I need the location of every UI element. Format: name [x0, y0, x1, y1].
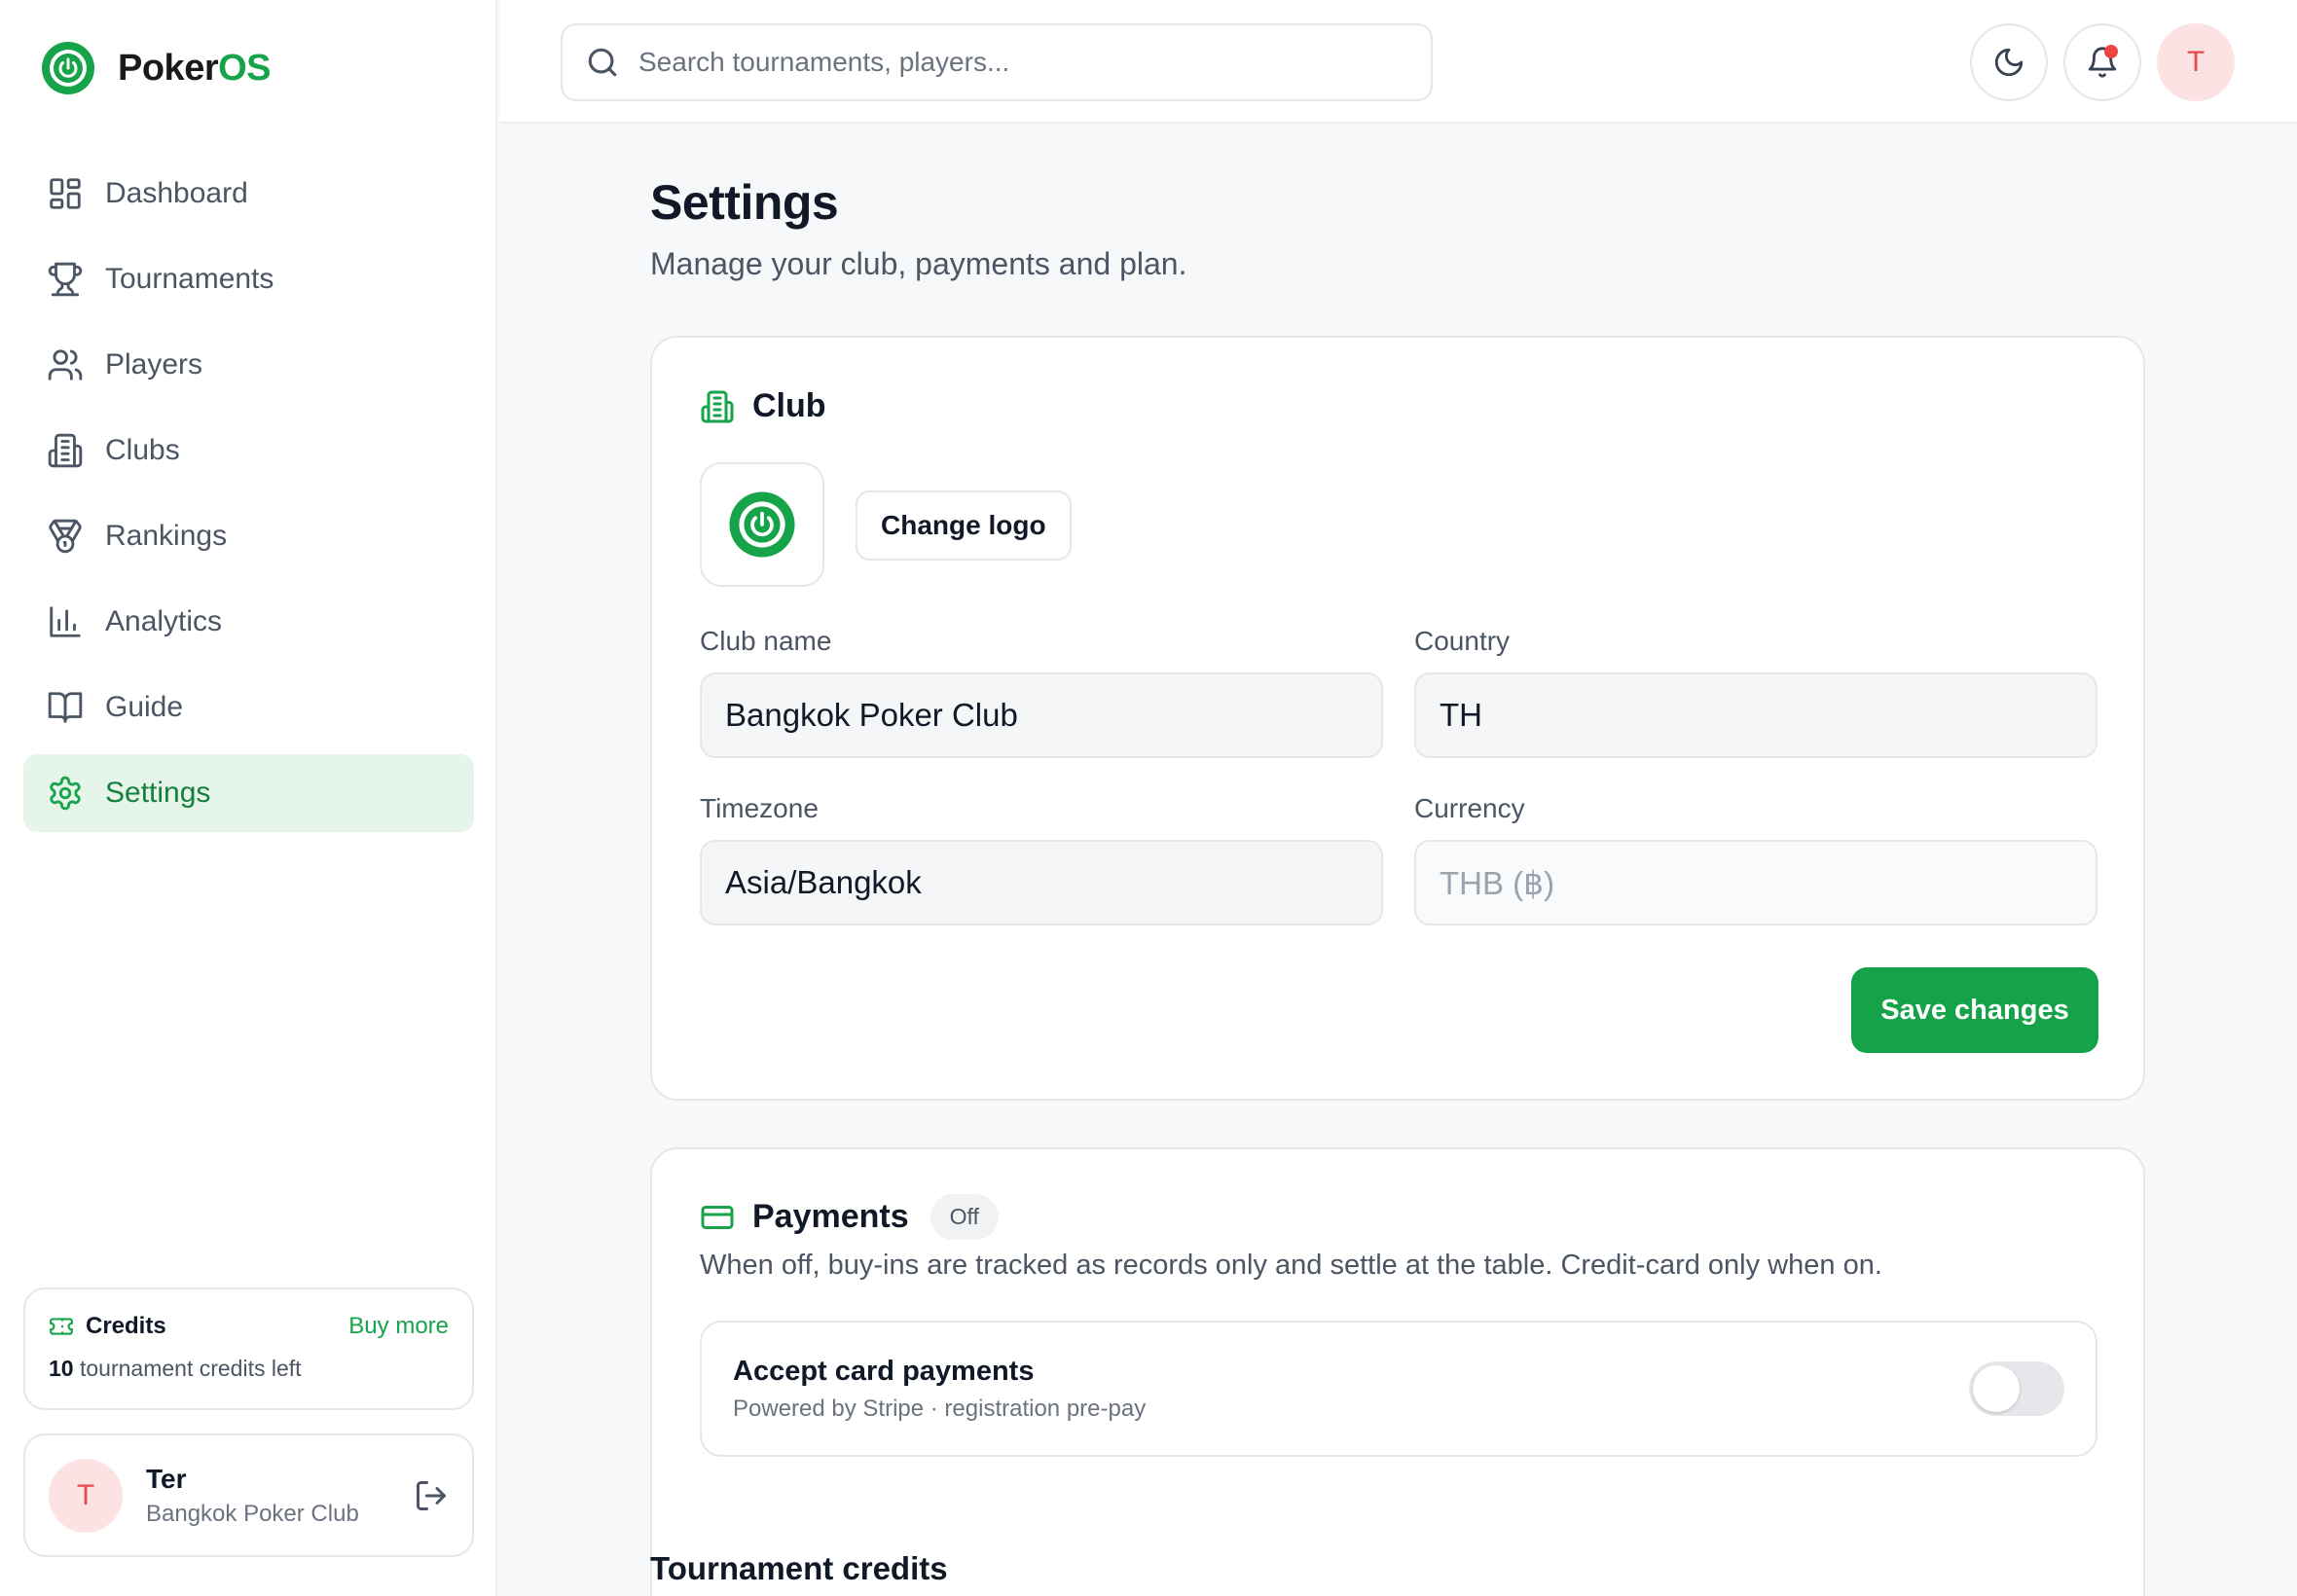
sidebar-item-players[interactable]: Players — [23, 326, 474, 404]
accept-card-payments-row: Accept card payments Powered by Stripe ·… — [700, 1321, 2097, 1457]
currency-label: Currency — [1414, 793, 1525, 823]
club-card: Club Change logo Club name Country Timez… — [650, 336, 2145, 1101]
accept-card-payments-subtitle: Powered by Stripe · registration pre-pay — [733, 1395, 1147, 1422]
sidebar-item-label: Clubs — [105, 434, 180, 466]
sidebar-nav: Dashboard Tournaments Players Clubs Rank… — [23, 155, 474, 840]
building-icon — [701, 390, 734, 422]
credits-title: Credits — [49, 1313, 166, 1340]
sidebar-item-settings[interactable]: Settings — [23, 754, 474, 832]
user-card: T Ter Bangkok Poker Club — [23, 1433, 474, 1557]
country-label: Country — [1414, 626, 1511, 656]
timezone-label: Timezone — [700, 793, 819, 823]
sidebar-item-analytics[interactable]: Analytics — [23, 583, 474, 661]
theme-toggle-button[interactable] — [1970, 23, 2048, 101]
ticket-icon — [50, 1318, 73, 1335]
notification-dot — [2104, 45, 2118, 58]
sidebar-item-label: Dashboard — [105, 177, 248, 209]
user-name: Ter — [146, 1463, 187, 1494]
sidebar-item-label: Players — [105, 348, 203, 381]
credits-card: Credits Buy more 10 tournament credits l… — [23, 1288, 474, 1410]
credits-remaining: 10 tournament credits left — [49, 1356, 302, 1381]
sidebar-item-label: Guide — [105, 691, 184, 723]
accept-card-payments-title: Accept card payments — [733, 1355, 1035, 1387]
tournament-credits-heading: Tournament credits — [650, 1550, 948, 1586]
pokeros-logo-icon — [42, 42, 94, 94]
currency-field — [1414, 840, 2097, 925]
save-changes-button[interactable]: Save changes — [1851, 967, 2098, 1053]
search-input[interactable] — [638, 47, 1417, 78]
brand-name: PokerOS — [118, 47, 272, 89]
medal-icon — [49, 519, 82, 554]
sidebar-item-label: Settings — [105, 777, 211, 809]
club-name-label: Club name — [700, 626, 832, 656]
sidebar: PokerOS Dashboard Tournaments Players Cl… — [0, 0, 497, 1596]
sidebar-item-label: Analytics — [105, 605, 223, 637]
bar-chart-icon — [50, 606, 81, 637]
page-title: Settings — [650, 175, 839, 230]
logout-icon[interactable] — [414, 1478, 449, 1513]
moon-icon — [1994, 48, 2024, 77]
avatar[interactable]: T — [49, 1458, 123, 1533]
sidebar-item-guide[interactable]: Guide — [23, 669, 474, 746]
change-logo-button[interactable]: Change logo — [856, 490, 1072, 561]
users-icon — [48, 349, 83, 381]
status-badge: Off — [930, 1194, 999, 1240]
user-club: Bangkok Poker Club — [146, 1500, 359, 1527]
gear-icon — [50, 776, 81, 811]
trophy-icon — [48, 262, 83, 297]
toggle-knob — [1973, 1365, 2020, 1412]
buy-more-link[interactable]: Buy more — [348, 1313, 449, 1340]
club-heading: Club — [700, 387, 826, 425]
page-subtitle: Manage your club, payments and plan. — [650, 246, 1187, 281]
notifications-button[interactable] — [2063, 23, 2141, 101]
book-icon — [48, 692, 83, 723]
club-name-field[interactable] — [700, 672, 1383, 758]
main-content: Settings Manage your club, payments and … — [650, 124, 2145, 1596]
payments-card: Payments Off When off, buy-ins are track… — [650, 1147, 2145, 1596]
accept-card-payments-toggle[interactable] — [1969, 1361, 2064, 1416]
building-icon — [48, 433, 83, 468]
credit-card-icon — [701, 1205, 734, 1229]
timezone-field[interactable] — [700, 840, 1383, 925]
country-field[interactable] — [1414, 672, 2097, 758]
club-logo — [700, 462, 824, 587]
club-logo-icon — [729, 491, 795, 558]
sidebar-item-dashboard[interactable]: Dashboard — [23, 155, 474, 233]
brand[interactable]: PokerOS — [40, 40, 272, 96]
search-icon — [588, 48, 617, 77]
sidebar-item-label: Tournaments — [105, 263, 274, 295]
dashboard-icon — [50, 178, 81, 209]
payments-heading: Payments Off — [700, 1194, 999, 1240]
sidebar-item-rankings[interactable]: Rankings — [23, 497, 474, 575]
sidebar-item-clubs[interactable]: Clubs — [23, 412, 474, 490]
search-box[interactable] — [561, 23, 1433, 101]
payments-description: When off, buy-ins are tracked as records… — [700, 1250, 1882, 1281]
sidebar-item-tournaments[interactable]: Tournaments — [23, 240, 474, 318]
header-avatar[interactable]: T — [2157, 23, 2235, 101]
sidebar-item-label: Rankings — [105, 520, 228, 552]
top-bar: T — [499, 0, 2297, 124]
